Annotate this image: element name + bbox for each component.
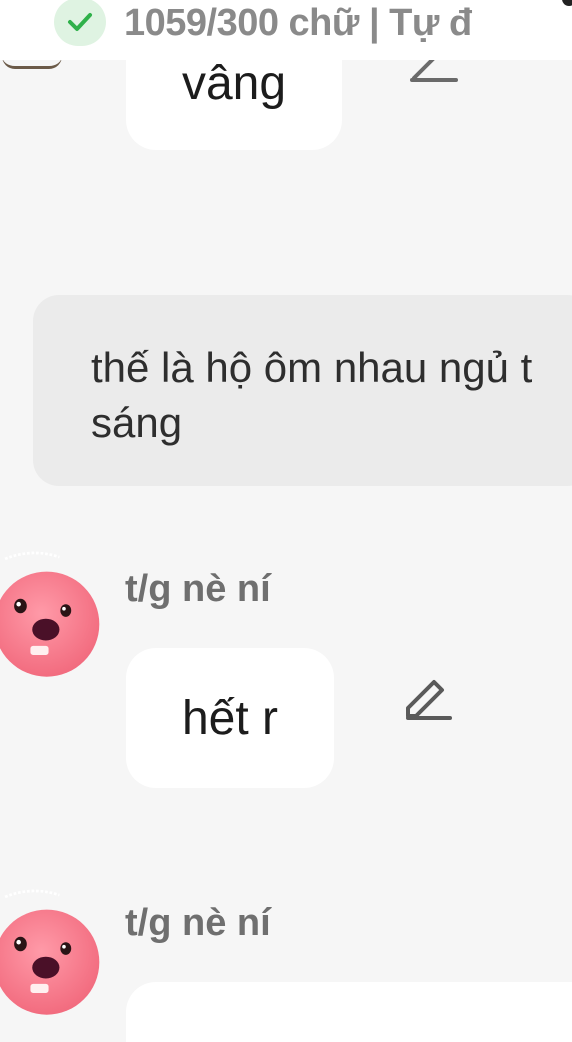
message-text: vâng	[181, 57, 287, 110]
user-message-bubble[interactable]: thế là hộ ôm nhau ngủ t sáng	[33, 295, 572, 486]
pink-creature-avatar[interactable]	[0, 886, 108, 1031]
message-text: thế là hộ ôm nhau ngủ t sáng	[91, 344, 533, 446]
status-bar: 1059/300 chữ | Tự đ	[0, 0, 572, 60]
menu-dot-icon[interactable]	[562, 0, 572, 6]
message-bubble[interactable]	[126, 982, 572, 1042]
sender-name: t/g nè ní	[125, 568, 271, 610]
word-counter: 1059/300 chữ | Tự đ	[124, 2, 472, 44]
pencil-edit-icon[interactable]	[400, 678, 456, 726]
message-text: hết r	[181, 691, 279, 745]
message-bubble[interactable]: hết r	[126, 648, 334, 788]
sender-name: t/g nè ní	[125, 902, 271, 944]
pink-creature-avatar[interactable]	[0, 548, 108, 693]
